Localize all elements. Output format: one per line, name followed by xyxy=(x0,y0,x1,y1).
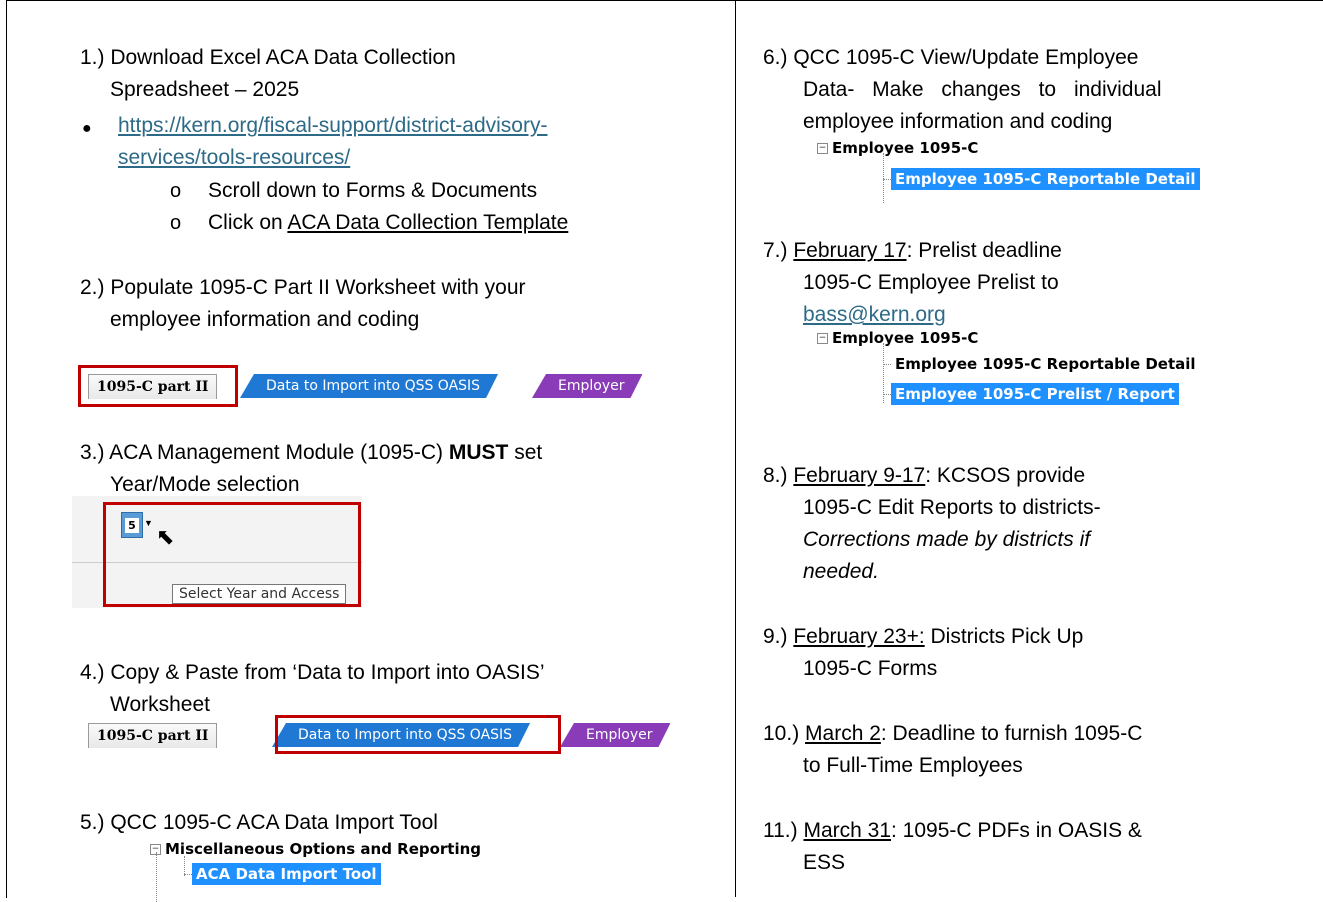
highlight-box-year xyxy=(103,502,361,607)
step11-text-line2: ESS xyxy=(803,851,846,874)
highlight-box-tab1 xyxy=(78,365,238,407)
aca-template-link[interactable]: ACA Data Collection Template xyxy=(287,211,568,234)
tree-line xyxy=(883,364,891,365)
email-link-line[interactable]: bass@kern.org xyxy=(803,302,946,328)
step11-rest: : 1095-C PDFs in OASIS & xyxy=(891,819,1142,842)
tab-employer[interactable]: Employer xyxy=(532,374,642,398)
step6-text-line1: 6.) QCC 1095-C View/Update Employee xyxy=(763,46,1139,69)
step9-rest: Districts Pick Up xyxy=(924,625,1084,648)
step7-rest: : Prelist deadline xyxy=(906,239,1062,262)
step6-text-line3: employee information and coding xyxy=(803,110,1113,133)
tree-line xyxy=(883,153,884,203)
step10-rest: : Deadline to furnish 1095-C xyxy=(880,722,1143,745)
step3-text-line2: Year/Mode selection xyxy=(110,473,300,496)
tree-node-employee-1095c[interactable]: − Employee 1095-C xyxy=(817,327,978,349)
step7-date: February 17 xyxy=(793,239,907,262)
step3-must: MUST xyxy=(448,441,509,464)
tree-node-prelist-report[interactable]: Employee 1095-C Prelist / Report xyxy=(891,383,1179,405)
collapse-icon[interactable]: − xyxy=(817,333,828,344)
step2-text-line2: employee information and coding xyxy=(110,308,420,331)
step3-text-line1: 3.) ACA Management Module (1095-C) MUST … xyxy=(80,440,542,466)
step10-text-line1: 10.) March 2: Deadline to furnish 1095-C xyxy=(763,721,1142,747)
collapse-icon[interactable]: − xyxy=(817,143,828,154)
step9-date: February 23+: xyxy=(793,625,925,648)
highlight-box-tab2 xyxy=(275,715,561,754)
step1-sub2: Click on ACA Data Collection Template xyxy=(208,210,568,236)
tab-1095c-part2[interactable]: 1095-C part II xyxy=(88,723,218,748)
step1-text-line2: Spreadsheet – 2025 xyxy=(110,78,300,101)
step2-text-line1: 2.) Populate 1095-C Part II Worksheet wi… xyxy=(80,276,526,299)
step11-prefix: 11.) xyxy=(763,819,804,842)
step4-text-line1: 4.) Copy & Paste from ‘Data to Import in… xyxy=(80,661,545,684)
step3-prefix: 3.) ACA Management Module (1095-C) xyxy=(80,441,449,464)
step9-text-line1: 9.) February 23+: Districts Pick Up xyxy=(763,624,1083,650)
kern-link-line2[interactable]: services/tools-resources/ xyxy=(118,145,350,171)
tree-node-aca-import[interactable]: ACA Data Import Tool xyxy=(192,863,381,885)
tree-line xyxy=(184,856,185,876)
kern-link-text2[interactable]: services/tools-resources/ xyxy=(118,146,350,169)
tree-node-misc-options[interactable]: − Miscellaneous Options and Reporting xyxy=(150,838,481,860)
step4-text-line2: Worksheet xyxy=(110,693,210,716)
tree-node-reportable-detail[interactable]: Employee 1095-C Reportable Detail xyxy=(891,168,1200,190)
tree-line xyxy=(883,179,891,180)
collapse-icon[interactable]: − xyxy=(150,844,161,855)
tree-line xyxy=(184,874,192,875)
step1-sub1: Scroll down to Forms & Documents xyxy=(208,179,538,202)
step8-text-line2: 1095-C Edit Reports to districts- xyxy=(803,496,1101,519)
step8-text-line1: 8.) February 9-17: KCSOS provide xyxy=(763,463,1085,489)
tree-node-label: Employee 1095-C xyxy=(832,329,979,347)
step10-date: March 2 xyxy=(805,722,881,745)
step6-text-line2: Data- Make changes to individual xyxy=(803,78,1162,101)
tab-employer[interactable]: Employer xyxy=(560,723,670,747)
tree-node-label: Miscellaneous Options and Reporting xyxy=(165,840,482,858)
kern-link-text1[interactable]: https://kern.org/fiscal-support/district… xyxy=(118,114,547,137)
email-link[interactable]: bass@kern.org xyxy=(803,303,946,326)
tree-node-employee-1095c[interactable]: − Employee 1095-C xyxy=(817,137,978,159)
step1-text-line1: 1.) Download Excel ACA Data Collection xyxy=(80,46,456,69)
column-divider xyxy=(735,0,736,897)
tree-employee-1095c-b: − Employee 1095-C Employee 1095-C Reporta… xyxy=(817,327,1317,417)
step7-prefix: 7.) xyxy=(763,239,794,262)
step7-text-line1: 7.) February 17: Prelist deadline xyxy=(763,238,1062,264)
tree-node-reportable-detail[interactable]: Employee 1095-C Reportable Detail xyxy=(895,353,1196,375)
step8-prefix: 8.) xyxy=(763,464,794,487)
kern-link-line1[interactable]: https://kern.org/fiscal-support/district… xyxy=(118,113,547,139)
step8-rest: : KCSOS provide xyxy=(925,464,1086,487)
step8-date: February 9-17 xyxy=(793,464,926,487)
step8-text-line4: needed. xyxy=(803,560,879,583)
step8-text-line3: Corrections made by districts if xyxy=(803,528,1091,551)
step10-prefix: 10.) xyxy=(763,722,806,745)
step9-prefix: 9.) xyxy=(763,625,794,648)
step3-suffix: set xyxy=(508,441,543,464)
step1-sub2-prefix: Click on xyxy=(208,211,288,234)
step5-text-line1: 5.) QCC 1095-C ACA Data Import Tool xyxy=(80,811,438,834)
step7-text-line2: 1095-C Employee Prelist to xyxy=(803,271,1059,294)
tree-employee-1095c-a: − Employee 1095-C Employee 1095-C Reporta… xyxy=(817,137,1317,207)
step11-text-line1: 11.) March 31: 1095-C PDFs in OASIS & xyxy=(763,818,1142,844)
circle-bullet-icon: o xyxy=(170,180,182,202)
step10-text-line2: to Full-Time Employees xyxy=(803,754,1023,777)
step9-text-line2: 1095-C Forms xyxy=(803,657,938,680)
tree-node-label: Employee 1095-C xyxy=(832,139,979,157)
step11-date: March 31 xyxy=(803,819,892,842)
tab-data-to-import[interactable]: Data to Import into QSS OASIS xyxy=(240,374,498,398)
circle-bullet-icon: o xyxy=(170,212,182,234)
tree-line xyxy=(883,394,891,395)
tree-miscellaneous: − Miscellaneous Options and Reporting ACA… xyxy=(150,838,650,902)
bullet-icon: ● xyxy=(82,120,92,137)
